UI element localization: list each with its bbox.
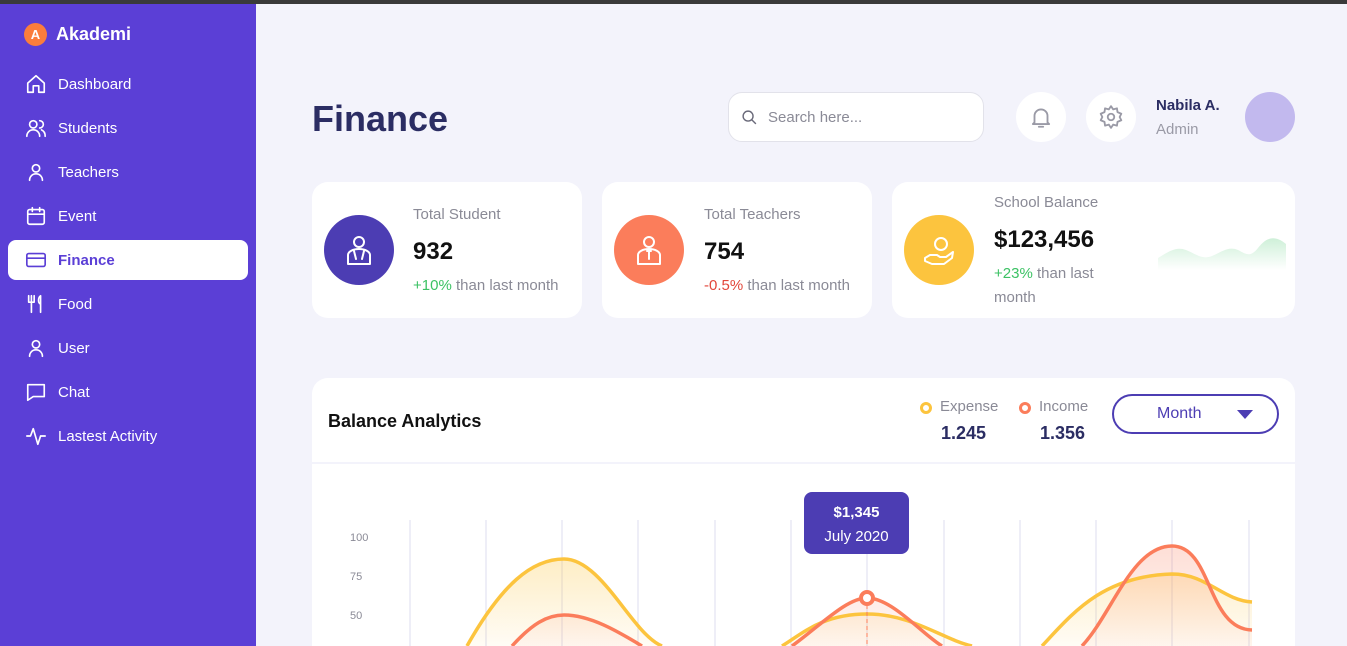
user-name: Nabila A. (1156, 97, 1220, 114)
sidebar-item-label: Lastest Activity (58, 427, 158, 445)
sidebar-item-label: Finance (58, 251, 115, 269)
chevron-down-icon (1237, 410, 1253, 419)
sidebar-item-latest-activity[interactable]: Lastest Activity (8, 416, 248, 456)
chat-icon (24, 380, 48, 404)
brand-logo: A (24, 23, 47, 46)
hover-point[interactable] (859, 590, 875, 606)
stat-label: Total Student (413, 206, 501, 223)
analytics-title: Balance Analytics (328, 411, 482, 431)
student-icon (324, 215, 394, 285)
balance-analytics-panel: Balance Analytics Expense 1.245 Income 1… (312, 378, 1295, 462)
stat-change-text: than last month (743, 277, 850, 294)
sidebar-item-students[interactable]: Students (8, 108, 248, 148)
stat-label: School Balance (994, 194, 1099, 211)
legend-value: 1.245 (941, 423, 987, 443)
stat-card-total-student: Total Student 932 +10% than last month (312, 182, 582, 318)
sidebar-item-label: User (58, 339, 90, 357)
avatar[interactable] (1245, 92, 1295, 142)
sidebar-item-label: Dashboard (58, 75, 132, 93)
tooltip-date: July 2020 (824, 528, 889, 545)
sidebar-item-label: Students (58, 119, 118, 137)
stat-change-percent: +10% (413, 277, 452, 294)
gear-icon (1099, 105, 1123, 129)
window-top-bar (0, 0, 1347, 4)
hand-money-icon (904, 215, 974, 285)
balance-chart: 100 75 50 (312, 464, 1295, 646)
stat-value: $123,456 (994, 226, 1095, 253)
sidebar-item-event[interactable]: Event (8, 196, 248, 236)
legend-label: Income (1039, 398, 1089, 415)
sidebar-nav: Dashboard Students Teachers Event Financ… (8, 64, 248, 460)
page-title: Finance (312, 98, 449, 139)
users-icon (24, 116, 48, 140)
balance-sparkline (1158, 238, 1286, 270)
brand-name: Akademi (56, 24, 132, 44)
activity-icon (24, 424, 48, 448)
search-icon (742, 109, 757, 124)
stat-card-total-teachers: Total Teachers 754 -0.5% than last month (602, 182, 872, 318)
user-icon (24, 336, 48, 360)
y-tick-label: 75 (350, 571, 362, 583)
sidebar-item-label: Chat (58, 383, 90, 401)
search-input[interactable] (768, 108, 968, 126)
sidebar-item-label: Teachers (58, 163, 119, 181)
tooltip-value: $1,345 (833, 504, 880, 521)
calendar-icon (24, 204, 48, 228)
brand[interactable]: A Akademi (24, 23, 131, 46)
stat-card-school-balance: School Balance $123,456 +23% than last m… (892, 182, 1295, 318)
period-select-value: Month (1157, 405, 1202, 422)
sidebar-item-finance[interactable]: Finance (8, 240, 248, 280)
user-icon (24, 160, 48, 184)
notification-button[interactable] (1016, 92, 1066, 142)
y-tick-label: 50 (350, 610, 362, 622)
chart-tooltip: $1,345 July 2020 (804, 492, 909, 554)
stat-value: 754 (704, 238, 745, 265)
balance-chart-svg: 100 75 50 (350, 520, 1253, 646)
credit-card-icon (24, 248, 48, 272)
sidebar-item-food[interactable]: Food (8, 284, 248, 324)
stat-change: -0.5% than last month (704, 274, 850, 298)
home-icon (24, 72, 48, 96)
fork-knife-icon (24, 292, 48, 316)
sidebar-item-label: Event (58, 207, 97, 225)
sidebar-item-teachers[interactable]: Teachers (8, 152, 248, 192)
y-tick-label: 100 (350, 532, 368, 544)
period-select[interactable]: Month (1112, 394, 1279, 434)
sidebar-item-user[interactable]: User (8, 328, 248, 368)
sidebar: A Akademi Dashboard Students Teachers Ev… (0, 4, 256, 646)
legend-label: Expense (940, 398, 999, 415)
stat-change: +10% than last month (413, 274, 559, 298)
user-role: Admin (1156, 121, 1199, 138)
stat-value: 932 (413, 238, 454, 265)
settings-button[interactable] (1086, 92, 1136, 142)
sidebar-item-label: Food (58, 295, 93, 313)
sidebar-item-chat[interactable]: Chat (8, 372, 248, 412)
legend-value: 1.356 (1040, 423, 1086, 443)
bell-icon (1031, 108, 1051, 128)
search-box[interactable] (728, 92, 984, 142)
stat-change: +23% than last month (994, 262, 1124, 310)
legend-dot (1019, 402, 1031, 414)
legend-dot (920, 402, 932, 414)
stat-change-percent: +23% (994, 265, 1033, 282)
stat-label: Total Teachers (704, 206, 801, 223)
stat-change-percent: -0.5% (704, 277, 744, 294)
sidebar-item-dashboard[interactable]: Dashboard (8, 64, 248, 104)
teacher-icon (614, 215, 684, 285)
stat-change-text: than last month (451, 277, 559, 294)
